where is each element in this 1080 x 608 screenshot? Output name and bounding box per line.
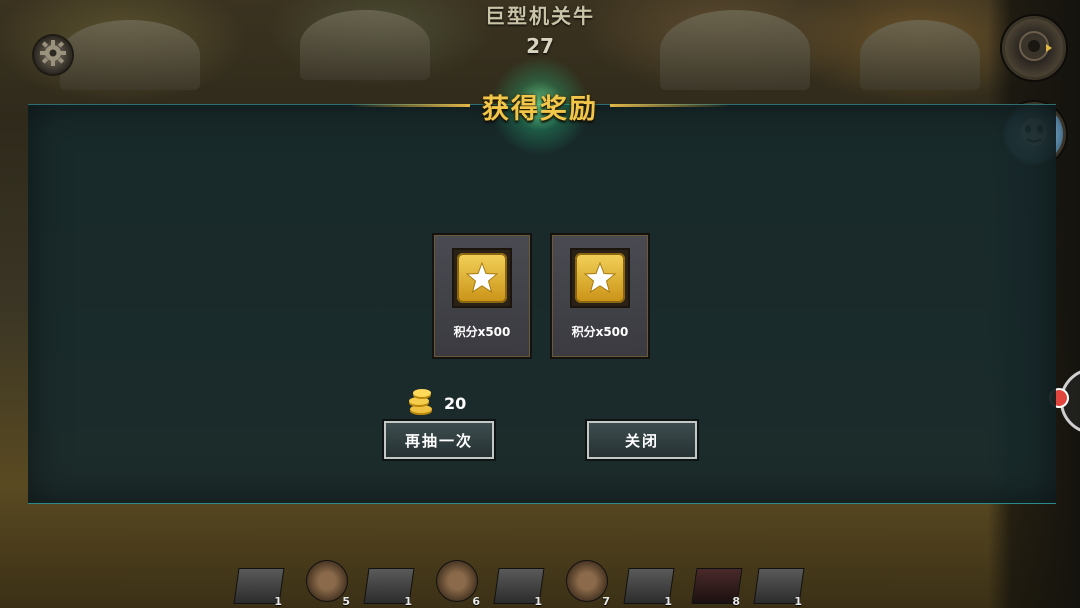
level-counter: 27 bbox=[526, 34, 554, 58]
unit-count: 5 bbox=[342, 595, 350, 608]
level-title: 巨型机关牛 bbox=[485, 4, 595, 28]
reward-card[interactable]: 积分x500 bbox=[432, 233, 532, 359]
unit-count: 8 bbox=[732, 595, 740, 608]
unit-slot[interactable]: 1 bbox=[490, 554, 546, 608]
unit-count: 1 bbox=[274, 595, 282, 608]
dialog-title-banner: 获得奖励 bbox=[350, 56, 730, 156]
star-icon bbox=[457, 253, 507, 303]
unit-count: 1 bbox=[534, 595, 542, 608]
gear-icon bbox=[39, 39, 67, 71]
reward-card[interactable]: 积分x500 bbox=[550, 233, 650, 359]
gold-coins-icon bbox=[408, 387, 434, 419]
speed-control-button[interactable] bbox=[1002, 16, 1066, 80]
close-button[interactable]: 关闭 bbox=[587, 421, 697, 459]
unit-count: 1 bbox=[794, 595, 802, 608]
draw-cost: 20 bbox=[408, 388, 466, 418]
unit-selection-bar: 1 5 1 6 1 7 1 8 1 bbox=[220, 552, 840, 608]
unit-slot[interactable]: 8 bbox=[688, 554, 744, 608]
settings-button[interactable] bbox=[34, 36, 72, 74]
reward-icon-frame bbox=[452, 248, 512, 308]
reward-label: 积分x500 bbox=[571, 325, 629, 339]
unit-slot[interactable]: 5 bbox=[298, 554, 354, 608]
unit-slot[interactable]: 1 bbox=[620, 554, 676, 608]
draw-again-button[interactable]: 再抽一次 bbox=[384, 421, 494, 459]
dialog-title: 获得奖励 bbox=[482, 93, 598, 125]
unit-slot[interactable]: 6 bbox=[428, 554, 484, 608]
unit-slot[interactable]: 1 bbox=[750, 554, 806, 608]
unit-slot[interactable]: 1 bbox=[360, 554, 416, 608]
tent-decoration bbox=[860, 20, 980, 90]
unit-slot[interactable]: 7 bbox=[558, 554, 614, 608]
cost-amount: 20 bbox=[444, 393, 467, 413]
unit-slot[interactable]: 1 bbox=[230, 554, 286, 608]
reward-label: 积分x500 bbox=[453, 325, 511, 339]
unit-count: 1 bbox=[404, 595, 412, 608]
reward-icon-frame bbox=[570, 248, 630, 308]
title-divider-left bbox=[350, 104, 470, 107]
unit-count: 1 bbox=[664, 595, 672, 608]
star-icon bbox=[575, 253, 625, 303]
play-dial-icon bbox=[1016, 28, 1052, 68]
tent-decoration bbox=[60, 20, 200, 90]
reward-dialog bbox=[28, 104, 1056, 504]
unit-count: 7 bbox=[602, 595, 610, 608]
title-divider-right bbox=[610, 104, 730, 107]
unit-count: 6 bbox=[472, 595, 480, 608]
tent-decoration bbox=[300, 10, 430, 80]
